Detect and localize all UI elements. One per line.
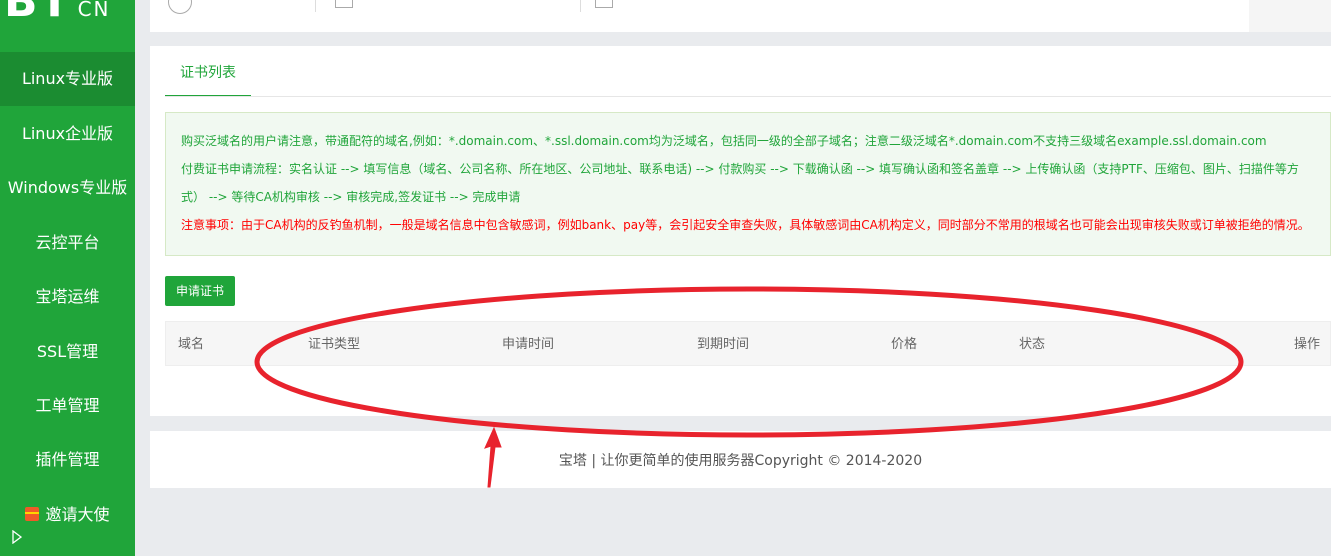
sidebar-item-label: SSL管理 xyxy=(36,342,99,361)
sidebar-item-plugins[interactable]: 插件管理 xyxy=(0,433,135,487)
table-header: 域名 证书类型 申请时间 到期时间 价格 状态 操作 xyxy=(165,321,1331,366)
sidebar-item-ssl[interactable]: SSL管理 xyxy=(0,325,135,379)
header-divider xyxy=(315,0,316,12)
sidebar-item-label: 宝塔运维 xyxy=(35,287,100,306)
tab-label: 证书列表 xyxy=(180,65,236,81)
sidebar-item-linux-pro[interactable]: Linux专业版 xyxy=(0,52,135,106)
logo: BT CN xyxy=(0,0,135,24)
col-expire-time: 到期时间 xyxy=(697,337,750,352)
col-actions: 操作 xyxy=(1293,337,1320,352)
notice-process: 付费证书申请流程：实名认证 --> 填写信息（域名、公司名称、所在地区、公司地址… xyxy=(181,162,1299,204)
sidebar-item-tickets[interactable]: 工单管理 xyxy=(0,379,135,433)
sidebar-item-label: 邀请大使 xyxy=(45,505,110,524)
col-status: 状态 xyxy=(1019,337,1046,352)
tab-certificate-list[interactable]: 证书列表 xyxy=(165,46,251,97)
sidebar-item-linux-enterprise[interactable]: Linux企业版 xyxy=(0,107,135,161)
sidebar-item-cloud-control[interactable]: 云控平台 xyxy=(0,216,135,270)
sidebar-item-windows-pro[interactable]: Windows专业版 xyxy=(0,161,135,215)
sidebar-item-ops[interactable]: 宝塔运维 xyxy=(0,270,135,324)
notice-warning: 注意事项：由于CA机构的反钓鱼机制，一般是域名信息中包含敏感词，例如bank、p… xyxy=(181,218,1310,232)
header-divider xyxy=(580,0,581,12)
notice-box: 购买泛域名的用户请注意，带通配符的域名,例如：*.domain.com、*.ss… xyxy=(165,112,1331,256)
apply-certificate-button[interactable]: 申请证书 xyxy=(165,276,235,306)
sidebar: BT CN Linux专业版 Linux企业版 Windows专业版 云控平台 宝… xyxy=(0,0,135,556)
expand-icon[interactable] xyxy=(12,530,22,544)
gift-icon xyxy=(25,507,40,521)
tab-divider xyxy=(165,96,1331,97)
sidebar-item-label: 工单管理 xyxy=(35,396,100,415)
col-apply-time: 申请时间 xyxy=(502,337,555,352)
message-icon[interactable] xyxy=(595,0,613,8)
sidebar-item-label: 插件管理 xyxy=(35,450,100,469)
col-cert-type: 证书类型 xyxy=(308,337,361,352)
store-icon[interactable] xyxy=(335,0,353,8)
col-price: 价格 xyxy=(891,337,918,352)
top-header xyxy=(150,0,1331,32)
sidebar-item-label: 云控平台 xyxy=(35,233,100,252)
footer: 宝塔 | 让你更简单的使用服务器Copyright © 2014-2020 xyxy=(150,431,1331,488)
logo-suffix: CN xyxy=(77,0,111,21)
col-domain: 域名 xyxy=(178,337,205,352)
header-right-panel[interactable] xyxy=(1249,0,1331,32)
sidebar-item-label: Linux企业版 xyxy=(21,124,114,143)
footer-copyright: 宝塔 | 让你更简单的使用服务器Copyright © 2014-2020 xyxy=(558,453,923,469)
notice-wildcard: 购买泛域名的用户请注意，带通配符的域名,例如：*.domain.com、*.ss… xyxy=(181,134,1267,148)
user-icon[interactable] xyxy=(168,0,192,14)
sidebar-item-label: Linux专业版 xyxy=(21,69,114,88)
main-panel: 证书列表 购买泛域名的用户请注意，带通配符的域名,例如：*.domain.com… xyxy=(150,46,1331,416)
sidebar-item-label: Windows专业版 xyxy=(7,178,128,197)
logo-text: BT xyxy=(4,0,72,27)
